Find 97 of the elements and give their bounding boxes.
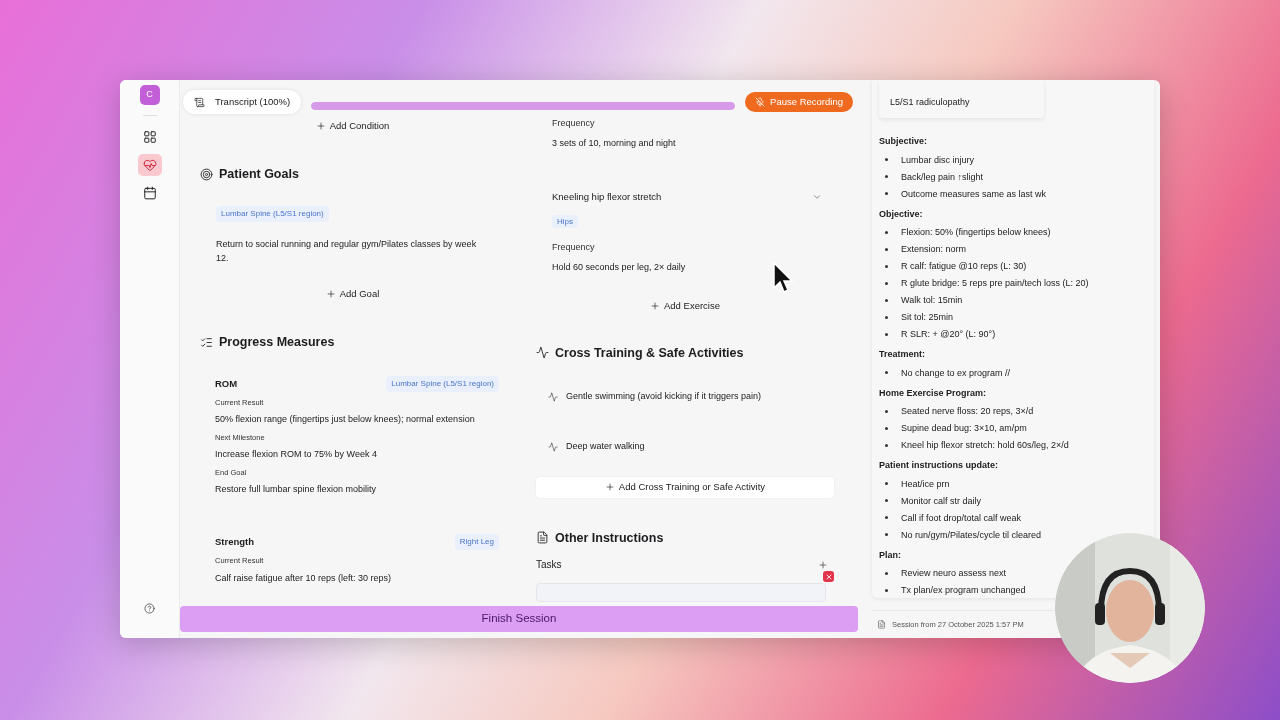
bullet-icon <box>885 192 888 195</box>
add-condition-button[interactable]: Add Condition <box>307 117 398 136</box>
note-item: R SLR: + @20° (L: 90°) <box>901 328 996 340</box>
checklist-icon <box>200 336 213 350</box>
note-item: Flexion: 50% (fingertips below knees) <box>901 226 1051 238</box>
note-heading: Patient instructions update: <box>879 459 999 472</box>
region-tag: Hips <box>552 215 578 229</box>
note-item: Outcome measures same as last wk <box>901 187 1047 200</box>
note-item: Sit tol: 25min <box>901 311 954 323</box>
bullet-icon <box>885 571 888 575</box>
document-icon <box>877 620 886 629</box>
tasks-label: Tasks <box>536 558 562 573</box>
region-tag: Right Leg <box>454 534 499 551</box>
task-input-field[interactable] <box>536 583 826 602</box>
activity-text: Gentle swimming (avoid kicking if it triggers pain) <box>566 390 762 404</box>
add-cross-training-button[interactable]: Add Cross Training or Safe Activity <box>536 477 834 498</box>
activity-icon <box>548 392 558 402</box>
bullet-icon <box>885 230 888 234</box>
note-item: Monitor calf str daily <box>901 494 982 507</box>
finish-session-button[interactable]: Finish Session <box>180 606 858 632</box>
bullet-icon <box>885 158 888 161</box>
bullet-icon <box>885 332 888 336</box>
goal-text: Return to social running and regular gym/Pilates classes by week 12. <box>216 238 478 265</box>
help-icon[interactable] <box>144 603 155 614</box>
bullet-icon <box>885 499 888 502</box>
bullet-icon <box>885 281 888 285</box>
note-item: No run/gym/Pilates/cycle til cleared <box>901 528 1042 541</box>
note-item: Review neuro assess next <box>901 567 1007 579</box>
note-heading: Treatment: <box>879 348 926 361</box>
bullet-icon <box>885 443 888 447</box>
mic-off-icon <box>755 97 766 107</box>
scroll-icon <box>194 96 205 108</box>
bullet-icon <box>885 533 888 536</box>
note-heading: Plan: <box>879 548 902 562</box>
note-item: Extension: norm <box>901 243 967 255</box>
note-heading: Home Exercise Program: <box>879 386 988 400</box>
bullet-icon <box>885 247 888 251</box>
bullet-icon <box>885 588 888 592</box>
measure-name: Strength <box>215 535 255 550</box>
field-value: Increase flexion ROM to 75% by Week 4 <box>215 448 378 461</box>
note-item: Tx plan/ex program unchanged <box>901 584 1026 596</box>
avatar[interactable]: C <box>139 85 160 105</box>
transcript-label: Transcript (100%) <box>215 94 291 109</box>
add-exercise-button[interactable]: Add Exercise <box>642 297 728 316</box>
measure-name: ROM <box>215 376 238 391</box>
note-item: Supine dead bug: 3×10, am/pm <box>901 422 1027 434</box>
heart-pulse-icon[interactable] <box>137 154 162 176</box>
note-item: No change to ex program // <box>901 366 1011 379</box>
note-heading: Objective: <box>879 207 924 221</box>
note-item: Seated nerve floss: 20 reps, 3×/d <box>901 405 1034 417</box>
bullet-icon <box>885 264 888 268</box>
note-item: Kneel hip flexor stretch: hold 60s/leg, 2×/d <box>901 439 1069 451</box>
field-value: 50% flexion range (fingertips just below knees); normal extension <box>215 413 476 427</box>
plus-icon <box>604 482 615 493</box>
close-icon[interactable] <box>823 571 834 583</box>
field-value: Calf raise fatigue after 10 reps (left: 30 reps) <box>215 571 393 585</box>
activity-icon <box>548 441 558 452</box>
document-icon <box>536 531 549 545</box>
field-label: Frequency <box>552 117 596 130</box>
note-item: Call if foot drop/total calf weak <box>901 511 1022 524</box>
section-title: Progress Measures <box>219 334 335 352</box>
target-icon <box>200 168 213 182</box>
plus-icon <box>650 301 660 312</box>
note-item: Heat/ice prn <box>901 477 950 490</box>
field-label: Frequency <box>552 241 596 255</box>
field-value: Hold 60 seconds per leg, 2× daily <box>552 260 687 274</box>
note-item: R calf: fatigue @10 reps (L: 30) <box>901 260 1027 272</box>
bullet-icon <box>885 371 888 374</box>
note-item: Back/leg pain ↑slight <box>901 170 984 183</box>
region-tag: Lumbar Spine (L5/S1 region) <box>386 376 499 392</box>
note-item: R glute bridge: 5 reps pre pain/tech loss (L: 20) <box>901 277 1089 289</box>
bullet-icon <box>885 426 888 430</box>
plus-icon <box>315 121 326 132</box>
note-item: Walk tol: 15min <box>901 294 963 306</box>
add-task-icon[interactable] <box>818 559 828 570</box>
bullet-icon <box>885 315 888 319</box>
section-title: Other Instructions <box>555 529 664 547</box>
section-title: Patient Goals <box>219 166 299 184</box>
bullet-icon <box>885 516 888 519</box>
field-value: 3 sets of 10, morning and night <box>552 136 677 150</box>
section-title: Cross Training & Safe Activities <box>555 344 744 362</box>
diagnosis-text: L5/S1 radiculopathy <box>890 97 970 107</box>
note-item: Lumbar disc injury <box>901 153 975 166</box>
note-heading: Subjective: <box>879 135 928 148</box>
region-tag: Lumbar Spine (L5/S1 region) <box>216 206 329 222</box>
exercise-name: Kneeling hip flexor stretch <box>552 190 662 204</box>
bullet-icon <box>885 175 888 178</box>
field-value: Restore full lumbar spine flexion mobility <box>215 482 378 496</box>
activity-text: Deep water walking <box>566 439 645 453</box>
bullet-icon <box>885 298 888 302</box>
plus-icon <box>325 289 336 300</box>
bullet-icon <box>885 482 888 485</box>
activity-icon <box>536 346 549 360</box>
transcript-pill[interactable]: Transcript (100%) <box>183 90 302 114</box>
cursor-icon <box>773 262 795 294</box>
add-goal-button[interactable]: Add Goal <box>317 285 388 304</box>
bullet-icon <box>885 409 888 413</box>
